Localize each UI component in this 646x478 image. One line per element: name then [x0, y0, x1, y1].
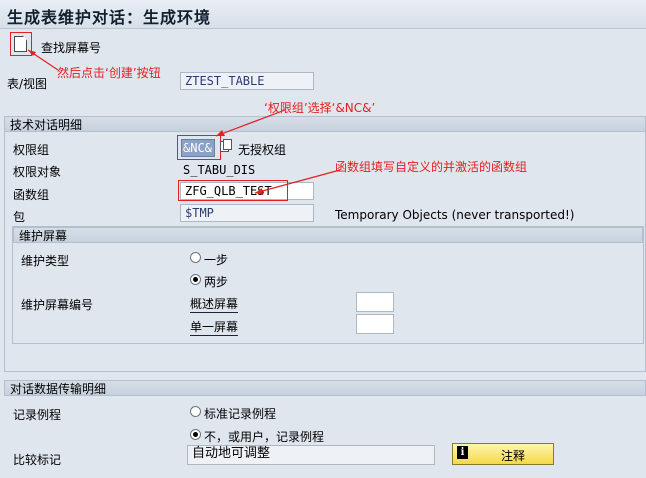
window-title: 生成表维护对话：生成环境 [7, 8, 212, 27]
dialog-transfer-header: 对话数据传输明细 [4, 380, 646, 396]
radio-no-or-user-routine[interactable] [190, 429, 201, 440]
table-view-field[interactable]: ZTEST_TABLE [180, 72, 314, 90]
compare-flag-field[interactable]: 自动地可调整 [187, 445, 435, 465]
create-button[interactable] [12, 34, 28, 52]
tech-details-group [4, 132, 646, 372]
compare-flag-label: 比较标记 [13, 453, 62, 467]
radio-standard-routine-label: 标准记录例程 [204, 407, 277, 421]
record-routine-label: 记录例程 [13, 408, 62, 422]
tech-details-header: 技术对话明细 [4, 116, 646, 132]
radio-no-or-user-routine-label: 不，或用户，记录例程 [204, 430, 325, 444]
annotation-create-hint: 然后点击‘创建’按钮 [57, 66, 161, 80]
comment-button-label: 注释 [501, 449, 526, 463]
radio-standard-routine[interactable] [190, 406, 201, 417]
create-document-icon [14, 36, 27, 52]
info-icon: i [457, 446, 468, 459]
table-view-label: 表/视图 [7, 77, 48, 91]
comment-button[interactable]: i 注释 [452, 443, 554, 465]
window-title-bar: 生成表维护对话：生成环境 [0, 0, 646, 29]
annotation-auth-hint: ‘权限组’选择‘&NC&’ [264, 101, 376, 115]
find-screen-number-button[interactable]: 查找屏幕号 [41, 39, 101, 56]
